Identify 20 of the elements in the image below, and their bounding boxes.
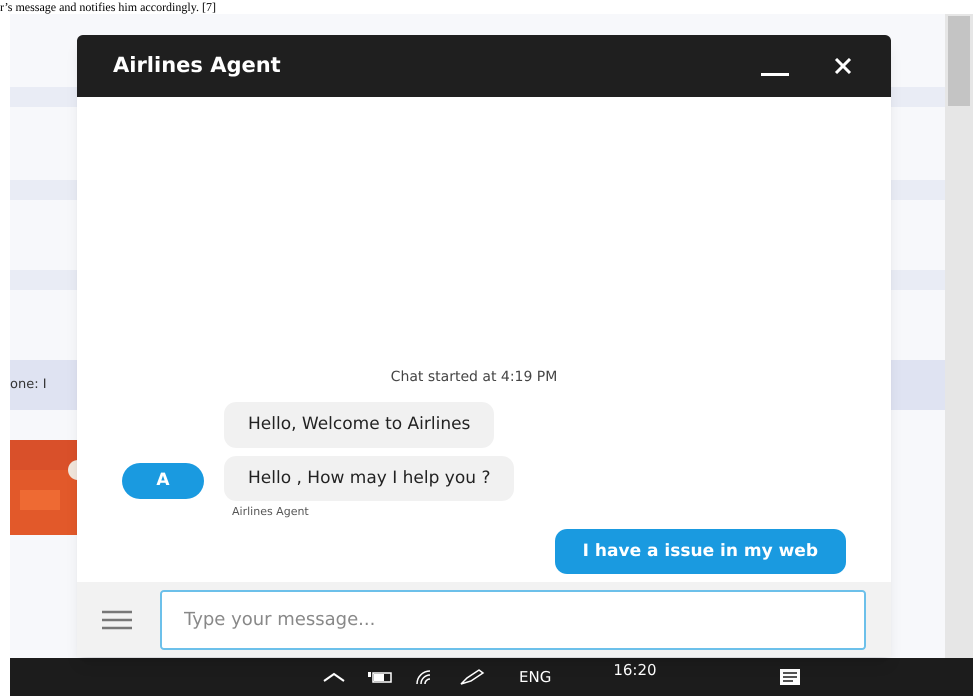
- pen-icon[interactable]: [459, 668, 487, 686]
- user-message: I have a issue in my web: [554, 528, 846, 574]
- minimize-icon: [761, 73, 789, 77]
- close-icon: [834, 58, 852, 74]
- notification-icon[interactable]: [778, 667, 803, 687]
- battery-icon[interactable]: [367, 671, 393, 683]
- clock-time[interactable]: 16:20: [613, 659, 657, 682]
- document-text: r’s message and notifies him accordingly. [7]: [0, 0, 216, 14]
- scrollbar-thumb[interactable]: [948, 16, 970, 106]
- chevron-up-icon[interactable]: [323, 672, 345, 682]
- agent-message: Hello, Welcome to Airlines: [224, 402, 494, 448]
- agent-avatar: A: [122, 462, 204, 498]
- message-input[interactable]: Type your message...: [160, 590, 866, 650]
- field-label: one: I: [10, 376, 47, 394]
- language-indicator[interactable]: ENG: [519, 666, 552, 688]
- chat-started-text: Chat started at 4:19 PM: [390, 368, 558, 387]
- sender-label: Airlines Agent: [232, 504, 310, 520]
- menu-icon: [102, 610, 132, 630]
- agent-message: Hello , How may I help you ?: [224, 456, 514, 501]
- window-title: Airlines Agent: [113, 52, 282, 80]
